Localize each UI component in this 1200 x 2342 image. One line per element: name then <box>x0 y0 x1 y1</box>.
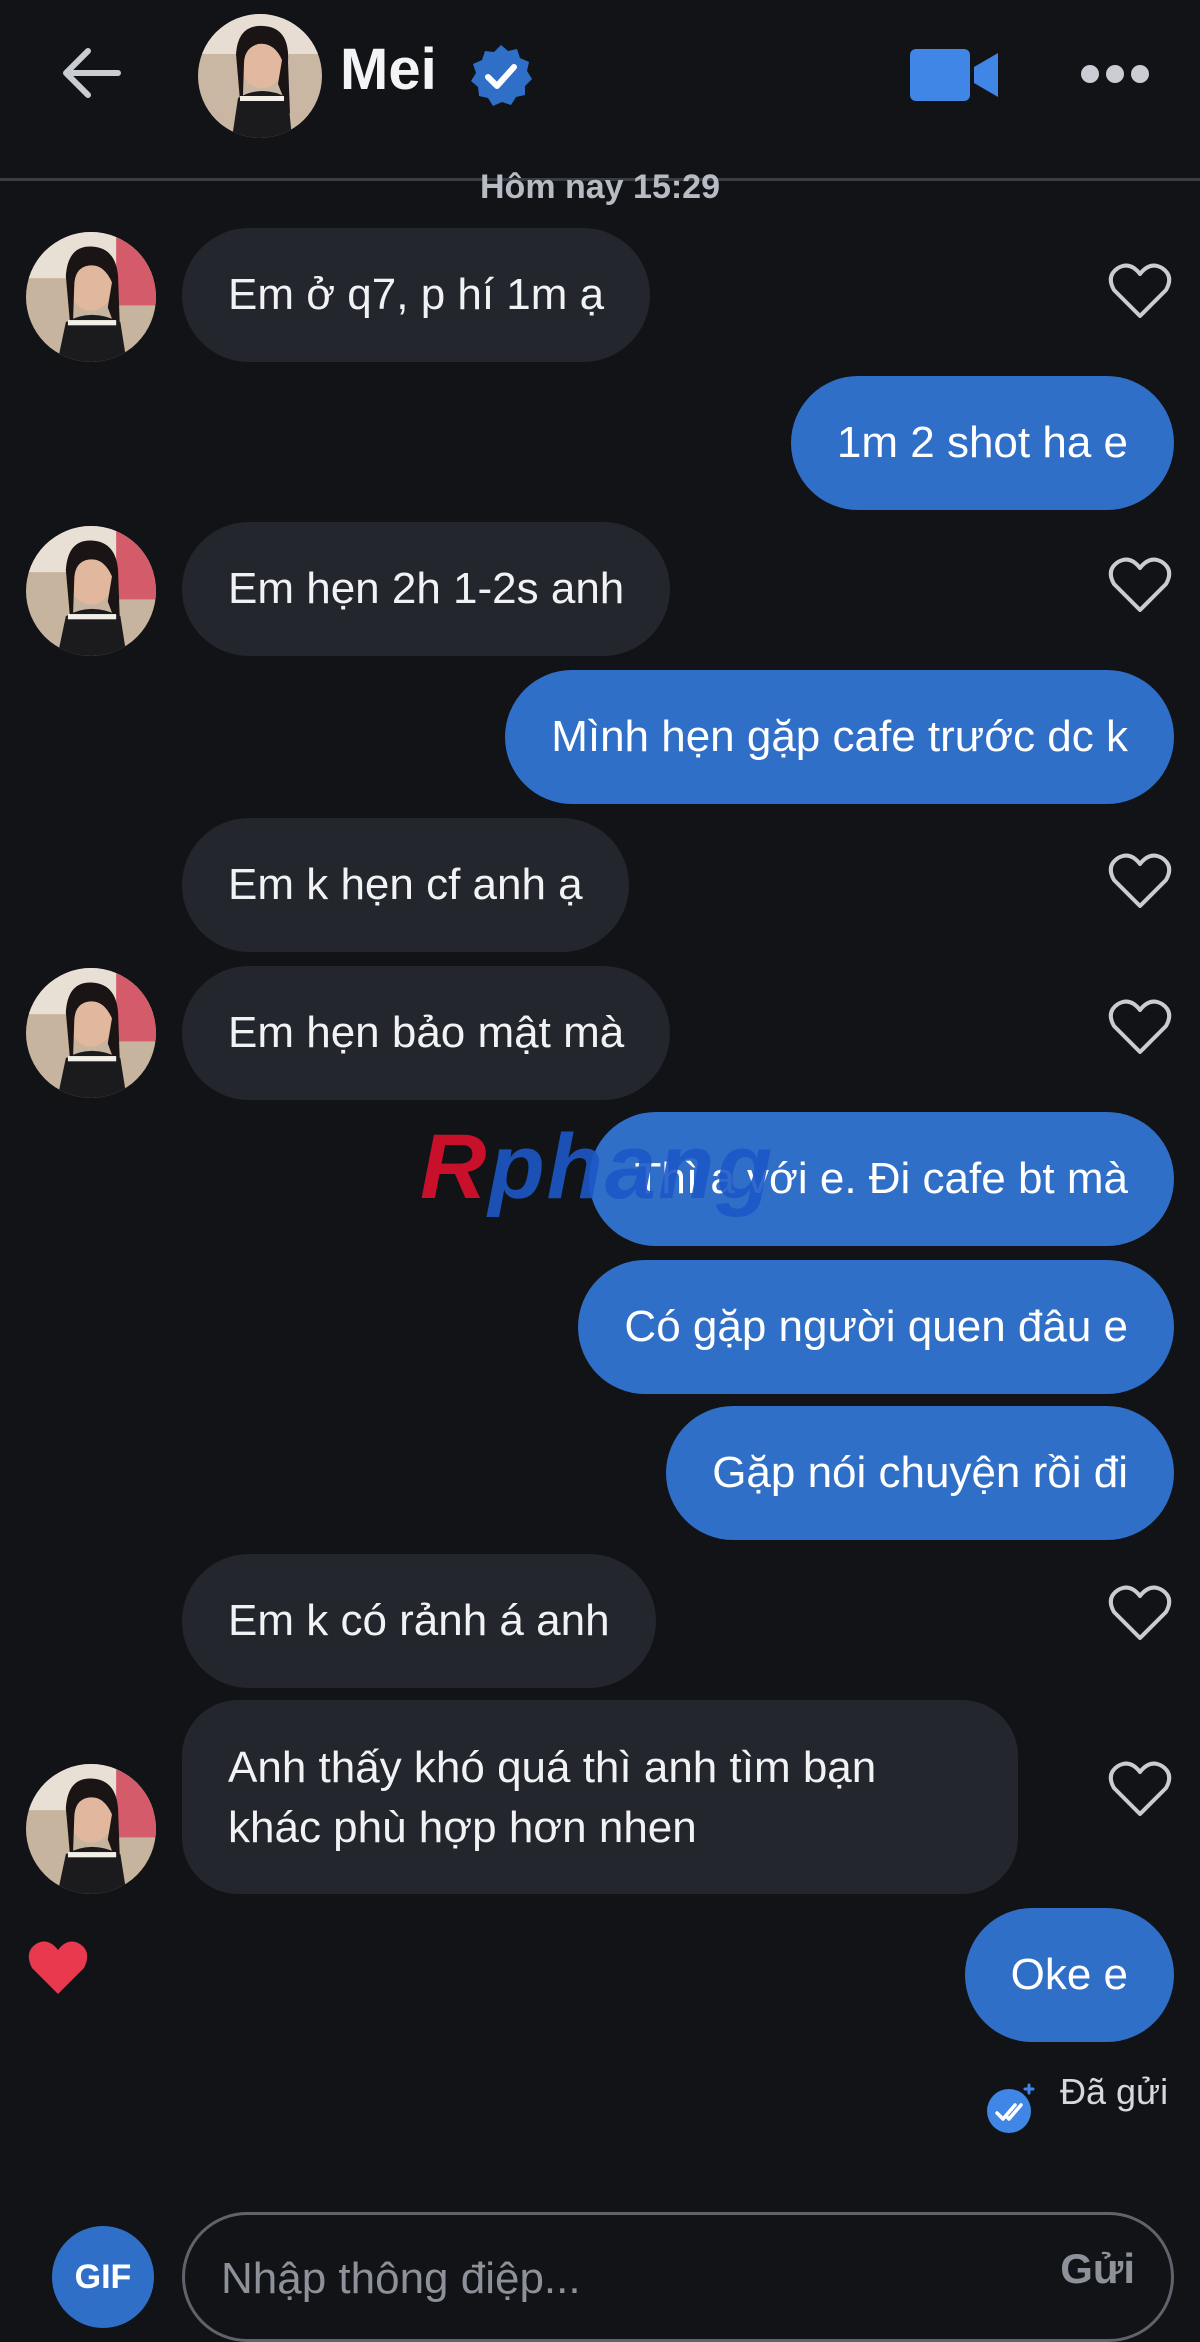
message-incoming[interactable]: Em hẹn bảo mật mà <box>182 966 671 1100</box>
message-status: Đã gửi <box>1060 2071 1169 2112</box>
message-incoming[interactable]: Em hẹn 2h 1-2s anh <box>182 522 671 656</box>
arrow-left-icon[interactable] <box>58 45 122 101</box>
chat-header: Mei <box>0 0 1200 181</box>
video-camera-icon[interactable] <box>908 45 1000 105</box>
contact-name[interactable]: Mei <box>340 36 437 103</box>
message-incoming[interactable]: Em k có rảnh á anh <box>182 1554 656 1688</box>
message-outgoing[interactable]: Oke e <box>964 1908 1174 2042</box>
contact-avatar-small[interactable] <box>26 232 156 362</box>
double-check-icon <box>987 2083 1035 2133</box>
heart-outline-icon[interactable] <box>1108 852 1172 910</box>
heart-outline-icon[interactable] <box>1108 556 1172 614</box>
heart-outline-icon[interactable] <box>1108 998 1172 1056</box>
message-incoming[interactable]: Em k hẹn cf anh ạ <box>182 818 629 952</box>
verified-badge-icon <box>471 45 532 106</box>
contact-avatar-small[interactable] <box>26 1764 156 1894</box>
more-horizontal-icon[interactable] <box>1080 62 1150 86</box>
send-button[interactable]: Gửi <box>1060 2245 1135 2293</box>
message-composer: Gửi <box>182 2212 1174 2342</box>
heart-outline-icon[interactable] <box>1108 262 1172 320</box>
contact-avatar-small[interactable] <box>26 968 156 1098</box>
message-input[interactable] <box>219 2241 923 2317</box>
message-outgoing[interactable]: Gặp nói chuyện rồi đi <box>666 1406 1174 1540</box>
message-outgoing[interactable]: Có gặp người quen đâu e <box>578 1260 1174 1394</box>
message-outgoing[interactable]: Thì a với e. Đi cafe bt mà <box>588 1112 1174 1246</box>
contact-avatar[interactable] <box>198 14 322 138</box>
heart-filled-icon[interactable] <box>26 1938 90 1996</box>
message-incoming[interactable]: Anh thấy khó quá thì anh tìm bạn khác ph… <box>182 1700 1018 1894</box>
heart-outline-icon[interactable] <box>1108 1584 1172 1642</box>
chat-timestamp: Hôm nay 15:29 <box>480 168 720 206</box>
contact-avatar-small[interactable] <box>26 526 156 656</box>
message-outgoing[interactable]: Mình hẹn gặp cafe trước dc k <box>505 670 1174 804</box>
message-incoming[interactable]: Em ở q7, p hí 1m ạ <box>182 228 651 362</box>
heart-outline-icon[interactable] <box>1108 1760 1172 1818</box>
message-outgoing[interactable]: 1m 2 shot ha e <box>790 376 1174 510</box>
gif-button[interactable]: GIF <box>52 2226 154 2328</box>
